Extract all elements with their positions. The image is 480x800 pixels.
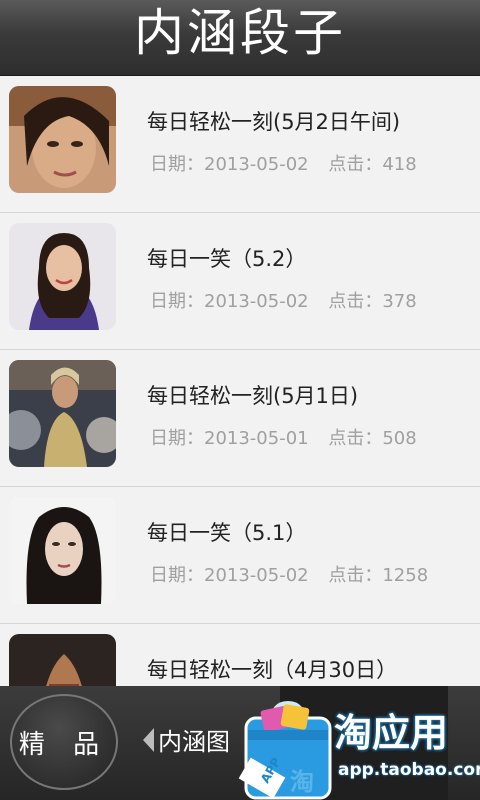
header-bar: 内涵段子 [0, 0, 480, 76]
item-title: 每日一笑（5.1） [147, 521, 307, 545]
item-meta: 日期：2013-05-02 点击：1258 [150, 561, 428, 587]
list-item[interactable]: 每日一笑（5.1） 日期：2013-05-02 点击：1258 [0, 487, 480, 624]
thumbnail-image [9, 223, 116, 330]
list-item[interactable]: 每日轻松一刻(5月1日) 日期：2013-05-01 点击：508 [0, 350, 480, 487]
watermark-title: 淘应用 [334, 711, 449, 755]
shopping-bag-icon: APP 淘 [238, 700, 332, 800]
item-title: 每日轻松一刻（4月30日） [147, 658, 398, 682]
item-date: 日期：2013-05-02 [150, 565, 309, 586]
item-meta: 日期：2013-05-02 点击：378 [150, 287, 417, 313]
list-item[interactable]: 每日轻松一刻(5月2日午间) 日期：2013-05-02 点击：418 [0, 76, 480, 213]
item-clicks: 点击：378 [328, 291, 417, 312]
thumbnail-image [9, 634, 116, 686]
tab-neihan-images[interactable]: 内涵图 [158, 722, 230, 757]
list-item[interactable]: 每日一笑（5.2） 日期：2013-05-02 点击：378 [0, 213, 480, 350]
thumbnail-image [9, 497, 116, 604]
thumbnail-image [9, 86, 116, 193]
item-clicks: 点击：418 [328, 154, 417, 175]
item-title: 每日轻松一刻(5月1日) [147, 384, 359, 408]
taobao-app-watermark: APP 淘 淘应用 app.taobao.com [238, 700, 480, 800]
article-list[interactable]: 每日轻松一刻(5月2日午间) 日期：2013-05-02 点击：418 每日一笑… [0, 76, 480, 686]
item-clicks: 点击：1258 [328, 565, 429, 586]
item-clicks: 点击：508 [328, 428, 417, 449]
page-title: 内涵段子 [134, 4, 346, 62]
item-date: 日期：2013-05-01 [150, 428, 309, 449]
item-meta: 日期：2013-05-01 点击：508 [150, 424, 417, 450]
featured-button[interactable]: 精 品 [10, 694, 118, 790]
list-item[interactable]: 每日轻松一刻（4月30日） [0, 624, 480, 686]
item-title: 每日轻松一刻(5月2日午间) [147, 110, 401, 134]
item-date: 日期：2013-05-02 [150, 154, 309, 175]
item-title: 每日一笑（5.2） [147, 247, 307, 271]
watermark-url: app.taobao.com [338, 760, 480, 780]
item-meta: 日期：2013-05-02 点击：418 [150, 150, 417, 176]
left-arrow-icon[interactable] [143, 728, 154, 752]
thumbnail-image [9, 360, 116, 467]
item-date: 日期：2013-05-02 [150, 291, 309, 312]
svg-text:淘: 淘 [290, 768, 314, 796]
